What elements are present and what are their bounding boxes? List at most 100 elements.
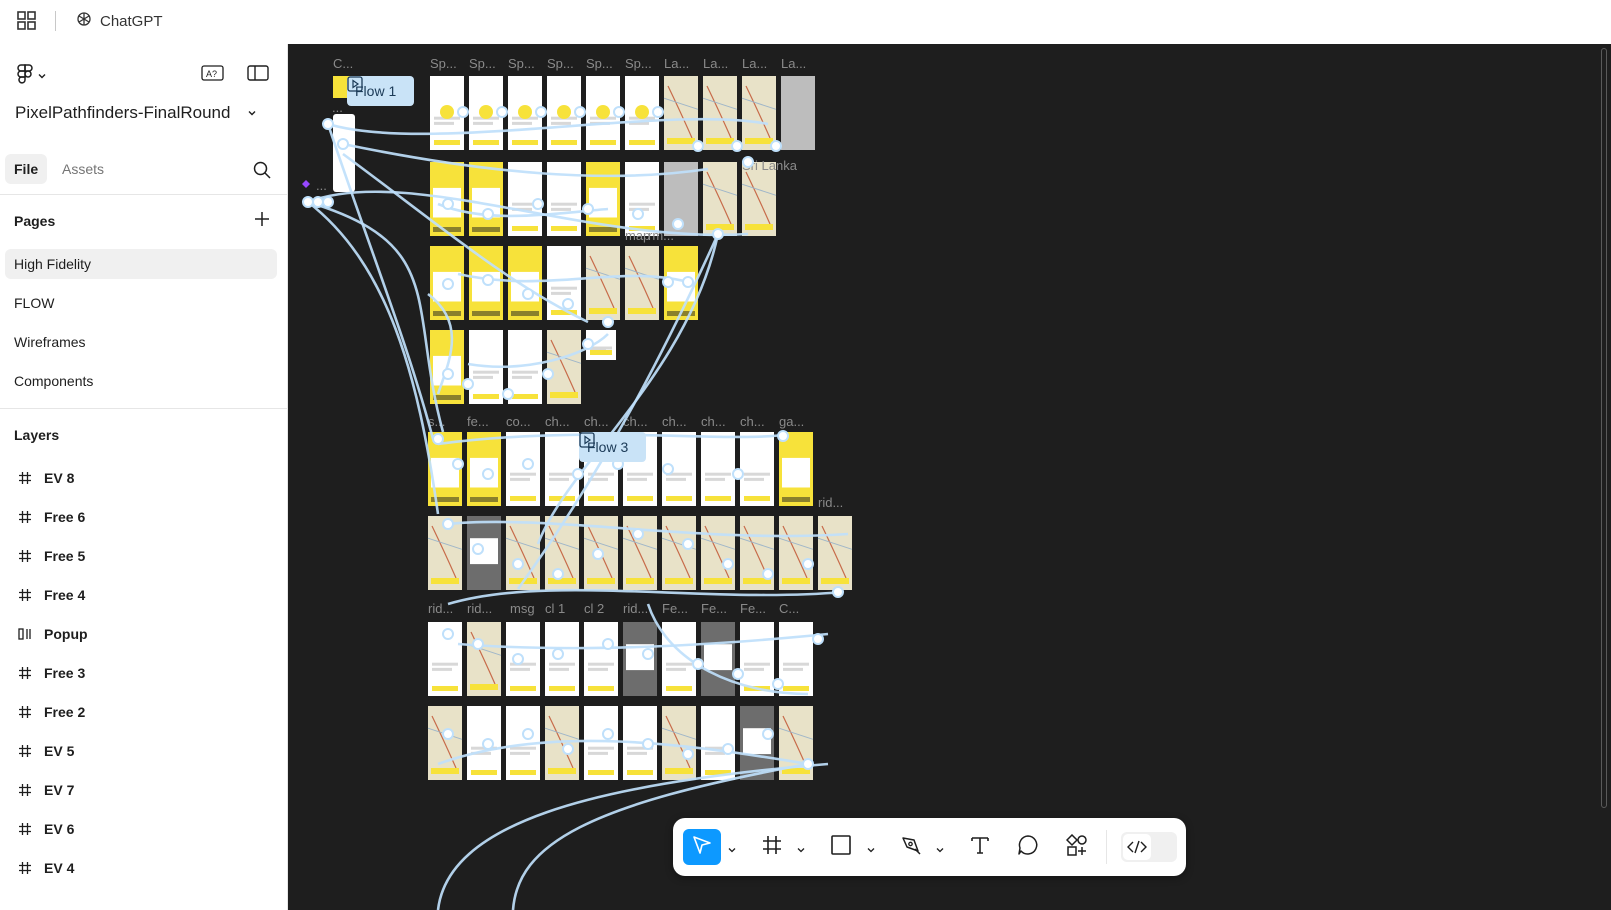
frame-label[interactable]: ch...: [584, 414, 609, 429]
frame-screen[interactable]: [663, 76, 699, 150]
frame-screen[interactable]: [702, 76, 738, 150]
frame-label[interactable]: msg: [510, 601, 535, 616]
page-item-wireframes[interactable]: Wireframes: [5, 327, 277, 357]
frame-screen[interactable]: [545, 432, 579, 506]
actions-tool[interactable]: [1062, 829, 1092, 865]
frame-screen[interactable]: [661, 516, 697, 590]
frame-label[interactable]: co...: [506, 414, 531, 429]
frame-label[interactable]: Sp...: [469, 56, 496, 71]
layer-item[interactable]: Free 5: [0, 541, 288, 571]
frame-screen[interactable]: [741, 76, 777, 150]
page-item-components[interactable]: Components: [5, 366, 277, 396]
frame-screen[interactable]: [467, 432, 501, 506]
frame-screen[interactable]: [661, 706, 697, 780]
frame-screen[interactable]: [625, 162, 659, 236]
frame-label[interactable]: ch...: [545, 414, 570, 429]
frame-label[interactable]: La...: [781, 56, 806, 71]
layer-item[interactable]: Free 3: [0, 658, 288, 688]
chevron-down-icon[interactable]: [866, 842, 876, 853]
frame-label[interactable]: ch...: [662, 414, 687, 429]
frame-label[interactable]: rid...: [818, 495, 843, 510]
layer-item[interactable]: EV 6: [0, 814, 288, 844]
frame-screen[interactable]: [545, 622, 579, 696]
toggle-sidebar-button[interactable]: [246, 64, 270, 86]
frame-label[interactable]: ...: [316, 178, 327, 193]
frame-screen[interactable]: [700, 516, 736, 590]
frame-label[interactable]: cl 2: [584, 601, 604, 616]
frame-screen[interactable]: [467, 516, 501, 590]
frame-screen[interactable]: [701, 432, 735, 506]
layer-item[interactable]: EV 5: [0, 736, 288, 766]
frame-screen[interactable]: [427, 706, 463, 780]
frame-screen[interactable]: [701, 622, 735, 696]
move-tool[interactable]: [683, 829, 721, 865]
app-grid-icon[interactable]: [17, 11, 37, 31]
layer-item[interactable]: EV 7: [0, 775, 288, 805]
frame-tool[interactable]: [757, 829, 787, 865]
frame-screen[interactable]: [778, 516, 814, 590]
chevron-down-icon[interactable]: [796, 842, 806, 853]
layer-item[interactable]: Free 6: [0, 502, 288, 532]
frame-screen[interactable]: [466, 622, 502, 696]
frame-screen[interactable]: [584, 706, 618, 780]
frame-label[interactable]: Fe...: [701, 601, 727, 616]
tab-file[interactable]: File: [5, 154, 48, 184]
frame-screen[interactable]: [623, 622, 657, 696]
frame-label[interactable]: fe...: [467, 414, 489, 429]
page-item-high-fidelity[interactable]: High Fidelity: [5, 249, 277, 279]
frame-screen[interactable]: [701, 706, 735, 780]
frame-label[interactable]: cl 1: [545, 601, 565, 616]
frame-screen[interactable]: [546, 330, 582, 404]
layer-item[interactable]: EV 8: [0, 463, 288, 493]
ask-ai-button[interactable]: A?: [201, 64, 225, 86]
file-name[interactable]: PixelPathfinders-FinalRound: [15, 103, 230, 123]
frame-screen[interactable]: [781, 76, 815, 150]
browser-tab[interactable]: ChatGPT: [76, 11, 163, 31]
frame-label[interactable]: Sp...: [625, 56, 652, 71]
chevron-down-icon[interactable]: [246, 106, 258, 124]
frame-screen[interactable]: [702, 162, 738, 236]
frame-screen[interactable]: [506, 432, 540, 506]
frame-label[interactable]: Sp...: [508, 56, 535, 71]
frame-label[interactable]: C...: [333, 56, 353, 71]
frame-label[interactable]: ch...: [740, 414, 765, 429]
flow-starting-point-3[interactable]: Flow 3: [579, 432, 647, 462]
flow-starting-point-1[interactable]: Flow 1: [347, 76, 415, 106]
chevron-down-icon[interactable]: [935, 842, 945, 853]
comment-tool[interactable]: [1013, 829, 1043, 865]
design-canvas[interactable]: C... Sp... Sp... Sp... Sp... Sp... Sp... La... L…: [288, 44, 1611, 910]
frame-screen[interactable]: [817, 516, 853, 590]
frame-screen[interactable]: [584, 622, 618, 696]
layer-item[interactable]: Free 2: [0, 697, 288, 727]
frame-label[interactable]: ...: [332, 100, 343, 115]
frame-label[interactable]: Fe...: [662, 601, 688, 616]
frame-label[interactable]: Sp...: [547, 56, 574, 71]
frame-screen[interactable]: [622, 516, 658, 590]
frame-screen[interactable]: [624, 246, 660, 320]
frame-label[interactable]: C...: [779, 601, 799, 616]
frame-label[interactable]: Sp...: [586, 56, 613, 71]
frame-label[interactable]: La...: [742, 56, 767, 71]
layer-item[interactable]: Free 4: [0, 580, 288, 610]
frame-label[interactable]: Sp...: [430, 56, 457, 71]
frame-label[interactable]: La...: [664, 56, 689, 71]
frame-label[interactable]: La...: [703, 56, 728, 71]
tab-assets[interactable]: Assets: [62, 154, 104, 184]
add-page-button[interactable]: [254, 211, 270, 232]
frame-screen[interactable]: [779, 432, 813, 506]
layer-item[interactable]: EV 4: [0, 853, 288, 883]
text-tool[interactable]: [965, 829, 995, 865]
frame-screen[interactable]: [740, 432, 774, 506]
frame-screen[interactable]: [508, 246, 542, 320]
frame-screen[interactable]: [469, 162, 503, 236]
frame-screen[interactable]: [741, 162, 777, 236]
frame-screen[interactable]: [779, 622, 813, 696]
layer-item[interactable]: Popup: [0, 619, 288, 649]
frame-label[interactable]: ch...: [701, 414, 726, 429]
frame-label[interactable]: rid...: [467, 601, 492, 616]
vertical-scrollbar[interactable]: [1601, 48, 1607, 808]
frame-label[interactable]: Fe...: [740, 601, 766, 616]
rectangle-tool[interactable]: [826, 829, 856, 865]
chevron-down-icon[interactable]: [727, 842, 737, 853]
pen-tool[interactable]: [896, 829, 926, 865]
